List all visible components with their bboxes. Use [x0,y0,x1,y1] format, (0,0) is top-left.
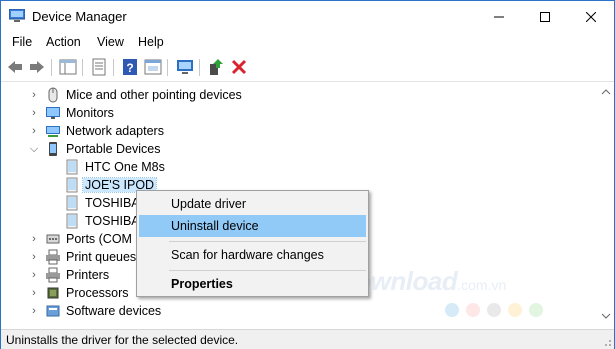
toolbar-separator [167,59,168,76]
chevron-right-icon[interactable]: › [29,305,39,317]
context-menu: Update driver Uninstall device Scan for … [136,190,369,297]
tree-item-label: TOSHIBA [85,214,140,228]
toolbar-separator [113,59,114,76]
tree-item-label: HTC One M8s [85,160,165,174]
menu-separator [169,270,366,271]
status-bar: Uninstalls the driver for the selected d… [1,329,614,349]
tree-item-mice[interactable]: › Mice and other pointing devices [1,86,598,104]
port-icon [46,234,60,244]
chevron-right-icon[interactable]: › [29,107,39,119]
tree-item-label: Network adapters [66,124,164,138]
tree-item-label: Mice and other pointing devices [66,88,242,102]
chevron-right-icon[interactable]: › [29,251,39,263]
toolbar-separator [82,59,83,76]
printer-icon [46,249,60,265]
watermark-dot [466,303,480,317]
tree-item-label: Portable Devices [66,142,161,156]
tree-item-htc-one-m8s[interactable]: HTC One M8s [1,158,598,176]
status-text: Uninstalls the driver for the selected d… [6,333,239,347]
menu-action[interactable]: Action [46,35,81,49]
monitor-scan-icon[interactable] [176,58,194,76]
printer-icon [46,267,60,283]
show-hide-tree-icon[interactable] [59,58,77,76]
toolbar-separator [51,59,52,76]
resize-grip-icon[interactable] [600,335,612,347]
chevron-down-icon[interactable]: ⌵ [29,143,39,155]
menu-file[interactable]: File [12,35,32,49]
back-arrow-icon[interactable] [6,58,24,76]
menu-separator [169,241,366,242]
processor-icon [47,287,59,299]
help-icon[interactable]: ? [121,58,139,76]
toolbar-separator [199,59,200,76]
svg-text:?: ? [126,61,133,75]
portable-device-icon [49,142,57,156]
device-icon [66,159,78,175]
software-icon [46,305,60,317]
minimize-button[interactable] [476,1,522,32]
tree-item-label: Ports (COM & [66,232,144,246]
maximize-button[interactable] [522,1,568,32]
mouse-icon [48,87,58,103]
tree-item-label: Print queues [66,250,137,264]
watermark-dot [487,303,501,317]
minimize-icon [494,16,504,17]
menu-bar: File Action View Help [1,32,614,54]
watermark-dot [529,303,543,317]
chevron-right-icon[interactable]: › [29,125,39,137]
device-icon [66,177,78,193]
network-icon [46,126,60,137]
forward-arrow-icon[interactable] [28,58,46,76]
title-bar[interactable]: Device Manager [1,1,614,32]
tree-item-label: TOSHIBA [85,196,140,210]
chevron-right-icon[interactable]: › [29,287,39,299]
menu-item-uninstall-device[interactable]: Uninstall device [139,215,366,237]
vertical-scrollbar[interactable] [598,82,614,326]
uninstall-x-icon[interactable] [230,58,248,76]
menu-item-update-driver[interactable]: Update driver [139,193,366,215]
tree-item-label: Processors [66,286,129,300]
menu-item-scan-hardware[interactable]: Scan for hardware changes [139,244,366,266]
watermark-dot [445,303,459,317]
window-title: Device Manager [32,9,127,24]
update-driver-icon[interactable] [207,58,225,76]
menu-help[interactable]: Help [138,35,164,49]
close-button[interactable] [568,1,614,32]
monitor-icon [46,107,60,119]
chevron-right-icon[interactable]: › [29,89,39,101]
device-manager-window: Device Manager File Action View Help ? ›… [0,0,615,349]
chevron-right-icon[interactable]: › [29,233,39,245]
scroll-up-icon[interactable] [598,84,614,100]
device-manager-icon [9,9,25,22]
menu-view[interactable]: View [97,35,124,49]
properties-icon[interactable] [90,58,108,76]
tree-item-portable-devices[interactable]: ⌵ Portable Devices [1,140,598,158]
tree-item-label: Software devices [66,304,162,318]
menu-item-properties[interactable]: Properties [139,273,366,295]
view-icon[interactable] [144,58,162,76]
maximize-icon [540,11,550,22]
watermark-dot [508,303,522,317]
device-icon [66,213,78,229]
tree-item-network-adapters[interactable]: › Network adapters [1,122,598,140]
tree-item-monitors[interactable]: › Monitors [1,104,598,122]
chevron-right-icon[interactable]: › [29,269,39,281]
device-icon [66,195,78,211]
toolbar: ? [1,54,614,82]
scroll-down-icon[interactable] [598,308,614,324]
tree-item-label: Monitors [66,106,114,120]
tree-item-label: Printers [66,268,110,282]
close-icon [586,11,596,22]
